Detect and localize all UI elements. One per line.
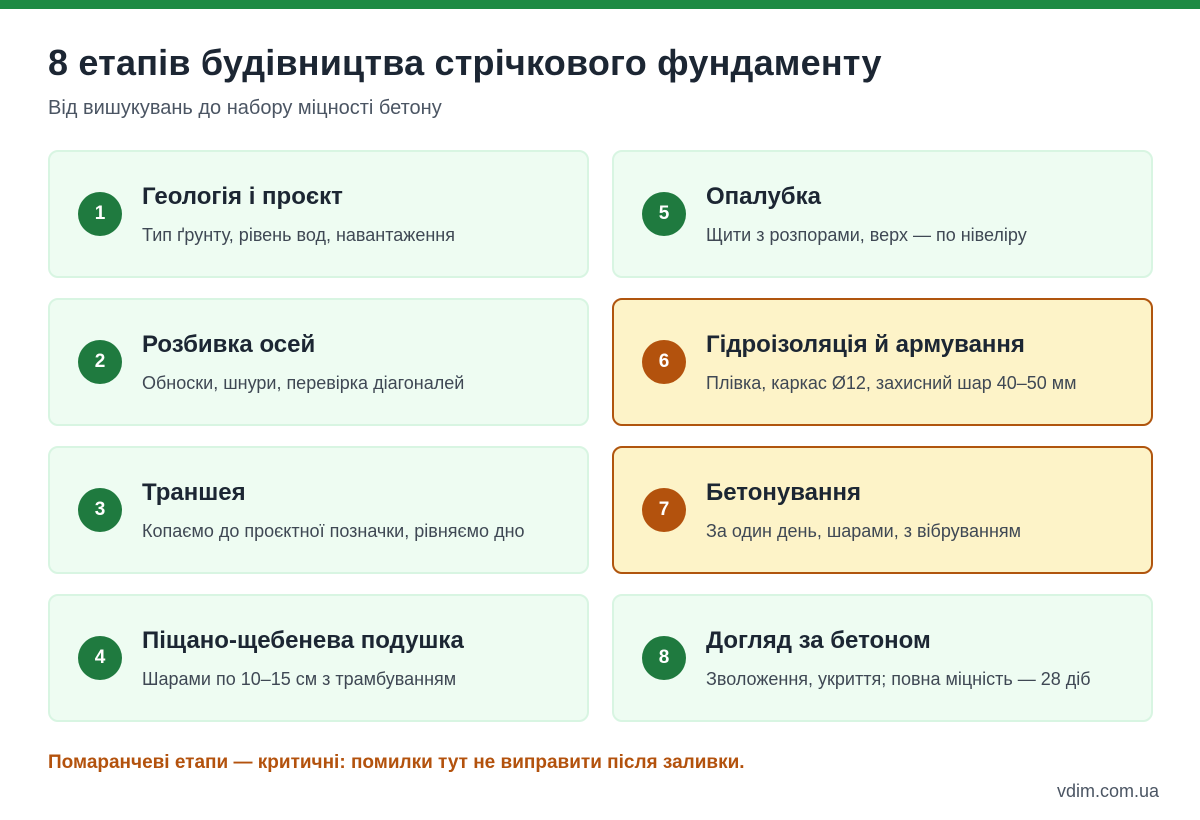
step-description: Обноски, шнури, перевірка діагоналей (142, 372, 465, 393)
step-card-2: 2 Розбивка осей Обноски, шнури, перевірк… (48, 298, 589, 426)
step-description: Тип ґрунту, рівень вод, навантаження (142, 224, 455, 245)
critical-steps-note: Помаранчеві етапи — критичні: помилки ту… (48, 752, 745, 773)
step-number-badge: 6 (642, 340, 686, 384)
step-description: Плівка, каркас Ø12, захисний шар 40–50 м… (706, 372, 1077, 393)
step-card-1: 1 Геологія і проєкт Тип ґрунту, рівень в… (48, 150, 589, 278)
steps-grid: 1 Геологія і проєкт Тип ґрунту, рівень в… (48, 150, 1153, 722)
step-title: Опалубка (706, 182, 821, 210)
step-number-badge: 7 (642, 488, 686, 532)
step-number-badge: 4 (78, 636, 122, 680)
step-title: Гідроізоляція й армування (706, 330, 1025, 358)
step-title: Піщано-щебенева подушка (142, 626, 464, 654)
source-credit: vdim.com.ua (1056, 781, 1159, 801)
step-description: Шарами по 10–15 см з трамбуванням (142, 668, 457, 689)
step-card-5: 5 Опалубка Щити з розпорами, верх — по н… (612, 150, 1153, 278)
page-subtitle: Від вишукувань до набору міцності бетону (48, 97, 442, 119)
step-description: Зволоження, укриття; повна міцність — 28… (706, 668, 1091, 689)
page-title: 8 етапів будівництва стрічкового фундаме… (48, 42, 882, 83)
step-card-3: 3 Траншея Копаємо до проєктної позначки,… (48, 446, 589, 574)
step-number-badge: 3 (78, 488, 122, 532)
step-card-4: 4 Піщано-щебенева подушка Шарами по 10–1… (48, 594, 589, 722)
step-number-badge: 1 (78, 192, 122, 236)
step-title: Догляд за бетоном (706, 626, 931, 654)
top-accent-bar (0, 0, 1200, 9)
step-title: Геологія і проєкт (142, 182, 343, 210)
step-title: Траншея (142, 478, 246, 506)
step-card-8: 8 Догляд за бетоном Зволоження, укриття;… (612, 594, 1153, 722)
step-number-badge: 5 (642, 192, 686, 236)
step-description: Копаємо до проєктної позначки, рівняємо … (142, 520, 525, 541)
step-card-6: 6 Гідроізоляція й армування Плівка, карк… (612, 298, 1153, 426)
step-card-7: 7 Бетонування За один день, шарами, з ві… (612, 446, 1153, 574)
step-number-badge: 8 (642, 636, 686, 680)
step-title: Розбивка осей (142, 330, 316, 358)
step-title: Бетонування (706, 478, 862, 506)
step-description: Щити з розпорами, верх — по нівеліру (706, 224, 1027, 245)
step-description: За один день, шарами, з вібруванням (706, 520, 1022, 541)
step-number-badge: 2 (78, 340, 122, 384)
